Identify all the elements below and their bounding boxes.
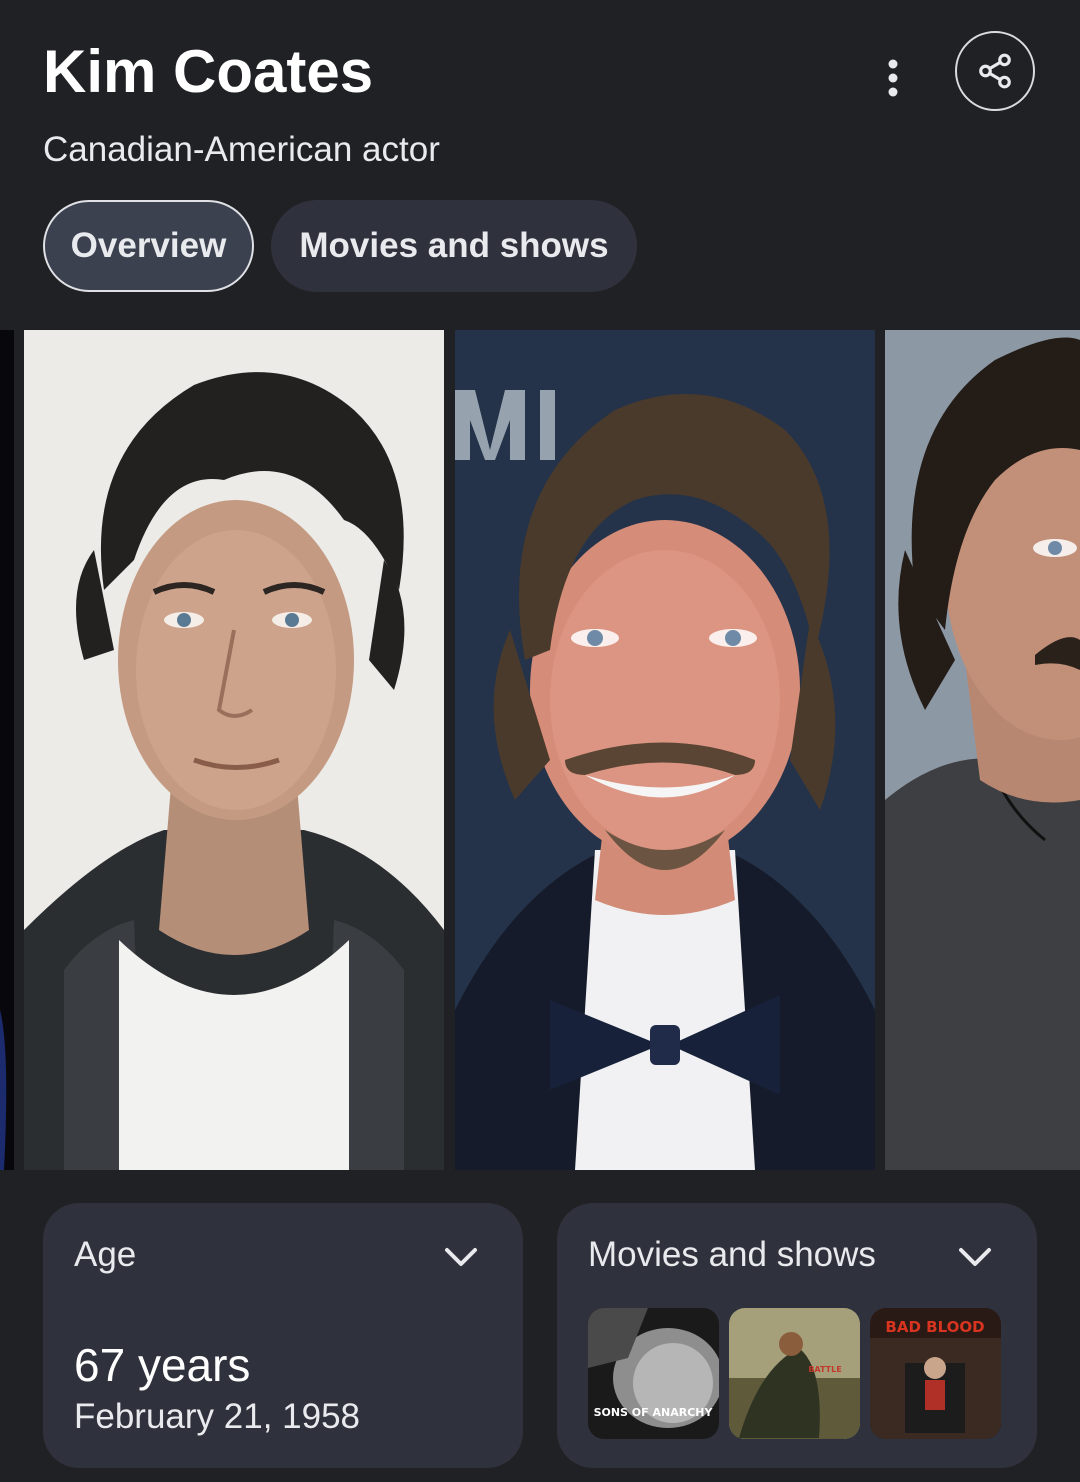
sons-of-anarchy-caption: SONS OF ANARCHY <box>594 1406 714 1419</box>
portrait-leather-jacket-image <box>24 330 444 1170</box>
age-card[interactable]: Age 67 years February 21, 1958 <box>43 1203 523 1468</box>
share-button[interactable] <box>955 31 1035 111</box>
thumbnail-battle[interactable]: BATTLE <box>729 1308 860 1439</box>
thumbnail-sons-of-anarchy[interactable]: SONS OF ANARCHY <box>588 1308 719 1439</box>
gallery-image-portrait-grey-shirt[interactable] <box>885 330 1080 1170</box>
share-icon <box>979 53 1011 89</box>
more-options-button[interactable] <box>868 48 918 108</box>
chevron-down-icon[interactable] <box>441 1239 481 1275</box>
page-subtitle: Canadian-American actor <box>43 130 440 169</box>
movies-and-shows-card[interactable]: Movies and shows SONS OF ANARCHY BATTLE <box>557 1203 1037 1468</box>
movies-card-title: Movies and shows <box>588 1235 876 1274</box>
bad-blood-caption: BAD BLOOD <box>885 1318 984 1336</box>
image-gallery[interactable] <box>0 330 1080 1170</box>
tab-overview[interactable]: Overview <box>43 200 254 292</box>
birth-date: February 21, 1958 <box>74 1397 361 1436</box>
tab-movies-and-shows[interactable]: Movies and shows <box>271 200 637 292</box>
chevron-down-icon[interactable] <box>955 1239 995 1275</box>
knowledge-panel-header: Kim Coates Canadian-American actor Overv… <box>0 0 1080 320</box>
gallery-image-portrait-bow-tie[interactable] <box>455 330 875 1170</box>
portrait-grey-shirt-image <box>885 330 1080 1170</box>
page-title: Kim Coates <box>43 38 374 105</box>
more-vert-icon <box>888 59 898 97</box>
portrait-bow-tie-image <box>455 330 875 1170</box>
age-value: 67 years <box>74 1339 251 1391</box>
battle-caption: BATTLE <box>808 1365 841 1374</box>
gallery-image-portrait-leather-jacket[interactable] <box>24 330 444 1170</box>
age-card-title: Age <box>74 1235 137 1274</box>
thumbnail-bad-blood[interactable]: BAD BLOOD <box>870 1308 1001 1439</box>
gallery-image-previous[interactable] <box>0 330 14 1170</box>
